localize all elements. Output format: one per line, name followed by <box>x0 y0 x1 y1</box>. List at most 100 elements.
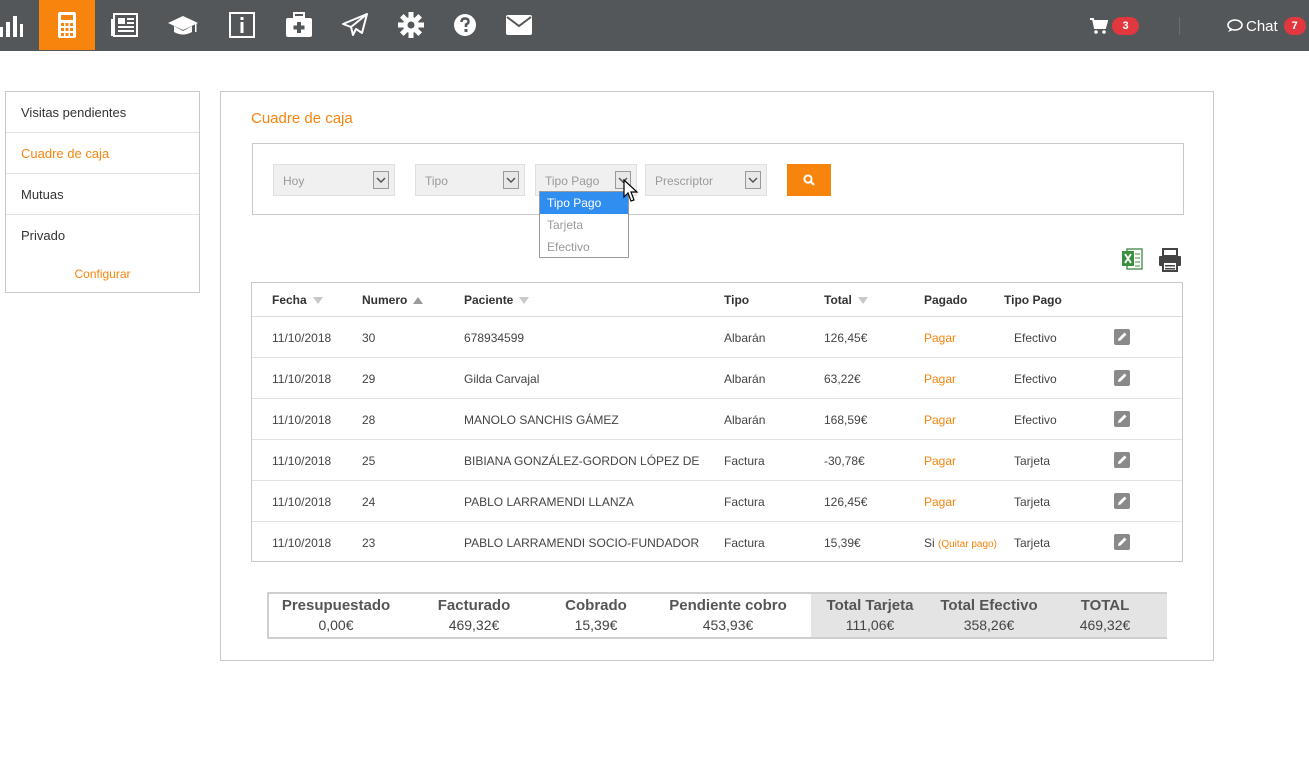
summary-presupuestado: Presupuestado 0,00€ <box>275 597 397 633</box>
cell-tipo-pago: Efectivo <box>1014 413 1057 427</box>
chat-icon <box>1227 19 1243 32</box>
tipo-pago-dropdown-list: Tipo Pago Tarjeta Efectivo <box>539 191 629 258</box>
chat-count-badge: 7 <box>1283 17 1306 35</box>
summary-total-tarjeta: Total Tarjeta 111,06€ <box>815 597 925 633</box>
summary-value: 453,93€ <box>702 617 754 633</box>
column-header-pagado: Pagado <box>924 293 967 307</box>
paid-status: Si <box>924 536 935 550</box>
export-excel-button[interactable] <box>1121 248 1143 275</box>
column-header-label: Numero <box>362 293 408 307</box>
chevron-down-icon <box>503 171 519 189</box>
cell-pagado: Si (Quitar pago) <box>924 536 997 550</box>
cell-paciente: 678934599 <box>464 331 525 345</box>
cell-fecha: 11/10/2018 <box>272 536 332 550</box>
column-header-numero[interactable]: Numero <box>362 293 424 307</box>
configure-link[interactable]: Configurar <box>6 256 199 281</box>
summary-pendiente-cobro: Pendiente cobro 453,93€ <box>661 597 795 633</box>
sidebar-item-cuadre-de-caja[interactable]: Cuadre de caja <box>6 133 199 174</box>
search-icon <box>803 174 815 186</box>
cell-tipo: Albarán <box>724 413 766 427</box>
cell-tipo-pago: Tarjeta <box>1014 454 1051 468</box>
cell-fecha: 11/10/2018 <box>272 372 332 386</box>
cell-total: 63,22€ <box>824 372 861 386</box>
sidebar-item-privado[interactable]: Privado <box>6 215 199 256</box>
summary-total: TOTAL 469,32€ <box>1055 597 1155 633</box>
cell-numero: 28 <box>362 413 376 427</box>
table-row: 11/10/2018 28 MANOLO SANCHIS GÁMEZ Albar… <box>252 399 1182 440</box>
column-header-paciente[interactable]: Paciente <box>464 293 530 307</box>
column-header-label: Total <box>824 293 852 307</box>
prescriptor-filter-value: Prescriptor <box>655 174 714 188</box>
edit-icon[interactable] <box>1114 534 1130 550</box>
column-header-label: Tipo Pago <box>1004 293 1062 307</box>
summary-value: 111,06€ <box>845 617 895 633</box>
top-navigation-bar: 3 Chat 7 <box>0 0 1309 51</box>
pay-link[interactable]: Pagar <box>924 495 956 509</box>
edit-icon[interactable] <box>1114 452 1130 468</box>
cell-paciente: Gilda Carvajal <box>464 372 540 386</box>
cell-tipo: Factura <box>724 495 765 509</box>
summary-label: Presupuestado <box>281 597 391 614</box>
edit-icon[interactable] <box>1114 329 1130 345</box>
cell-numero: 24 <box>362 495 376 509</box>
pay-link[interactable]: Pagar <box>924 454 956 468</box>
dropdown-option-tarjeta[interactable]: Tarjeta <box>540 214 628 236</box>
cell-total: 168,59€ <box>824 413 868 427</box>
cell-tipo-pago: Tarjeta <box>1014 536 1051 550</box>
cart-button[interactable]: 3 <box>1090 14 1139 38</box>
remove-payment-link[interactable]: (Quitar pago) <box>938 539 997 550</box>
chevron-down-icon <box>373 171 389 189</box>
summary-value: 469,32€ <box>448 617 500 633</box>
edit-icon[interactable] <box>1114 493 1130 509</box>
pay-link[interactable]: Pagar <box>924 372 956 386</box>
cell-fecha: 11/10/2018 <box>272 454 332 468</box>
info-icon[interactable] <box>214 0 270 50</box>
column-header-total[interactable]: Total <box>824 293 868 307</box>
table-row: 11/10/2018 30 678934599 Albarán 126,45€ … <box>252 317 1182 358</box>
paper-plane-icon[interactable] <box>327 0 383 50</box>
sort-down-icon <box>312 296 323 304</box>
print-button[interactable] <box>1158 248 1182 277</box>
column-header-label: Tipo <box>724 293 750 307</box>
summary-value: 0,00€ <box>318 617 354 633</box>
pay-link[interactable]: Pagar <box>924 331 956 345</box>
cell-fecha: 11/10/2018 <box>272 495 332 509</box>
tipo-filter-value: Tipo <box>425 174 448 188</box>
gear-icon[interactable] <box>383 0 439 50</box>
column-header-fecha[interactable]: Fecha <box>272 293 323 307</box>
edit-icon[interactable] <box>1114 370 1130 386</box>
pay-link[interactable]: Pagar <box>924 413 956 427</box>
dropdown-option-tipo-pago[interactable]: Tipo Pago <box>540 192 628 214</box>
dropdown-option-efectivo[interactable]: Efectivo <box>540 236 628 258</box>
medkit-icon[interactable] <box>271 0 327 50</box>
cell-tipo-pago: Efectivo <box>1014 331 1057 345</box>
sort-up-icon <box>413 296 424 304</box>
newspaper-icon[interactable] <box>96 0 152 50</box>
sidebar-menu: Visitas pendientes Cuadre de caja Mutuas… <box>5 91 200 293</box>
column-header-tipo: Tipo <box>724 293 749 307</box>
summary-cobrado: Cobrado 15,39€ <box>541 597 651 633</box>
filter-bar: Hoy Tipo Tipo Pago Prescriptor <box>252 143 1184 215</box>
graduation-cap-icon[interactable] <box>155 0 211 50</box>
sidebar-item-mutuas[interactable]: Mutuas <box>6 174 199 215</box>
mouse-cursor-icon <box>623 179 639 202</box>
cell-total: 126,45€ <box>824 495 868 509</box>
prescriptor-filter-select[interactable]: Prescriptor <box>645 164 767 196</box>
edit-icon[interactable] <box>1114 411 1130 427</box>
question-icon[interactable] <box>437 0 493 50</box>
date-filter-select[interactable]: Hoy <box>273 164 395 196</box>
summary-label: Cobrado <box>565 597 627 614</box>
envelope-icon[interactable] <box>491 0 547 50</box>
cell-fecha: 11/10/2018 <box>272 331 332 345</box>
search-button[interactable] <box>787 164 831 196</box>
bar-chart-icon[interactable] <box>0 0 38 50</box>
calculator-icon[interactable] <box>39 0 95 50</box>
sidebar-item-visitas-pendientes[interactable]: Visitas pendientes <box>6 92 199 133</box>
cell-total: 15,39€ <box>824 536 861 550</box>
summary-value: 15,39€ <box>574 617 618 633</box>
cell-numero: 25 <box>362 454 376 468</box>
tipo-filter-select[interactable]: Tipo <box>415 164 525 196</box>
sort-down-icon <box>857 296 868 304</box>
summary-label: TOTAL <box>1080 597 1130 614</box>
chat-button[interactable]: Chat 7 <box>1227 14 1306 38</box>
